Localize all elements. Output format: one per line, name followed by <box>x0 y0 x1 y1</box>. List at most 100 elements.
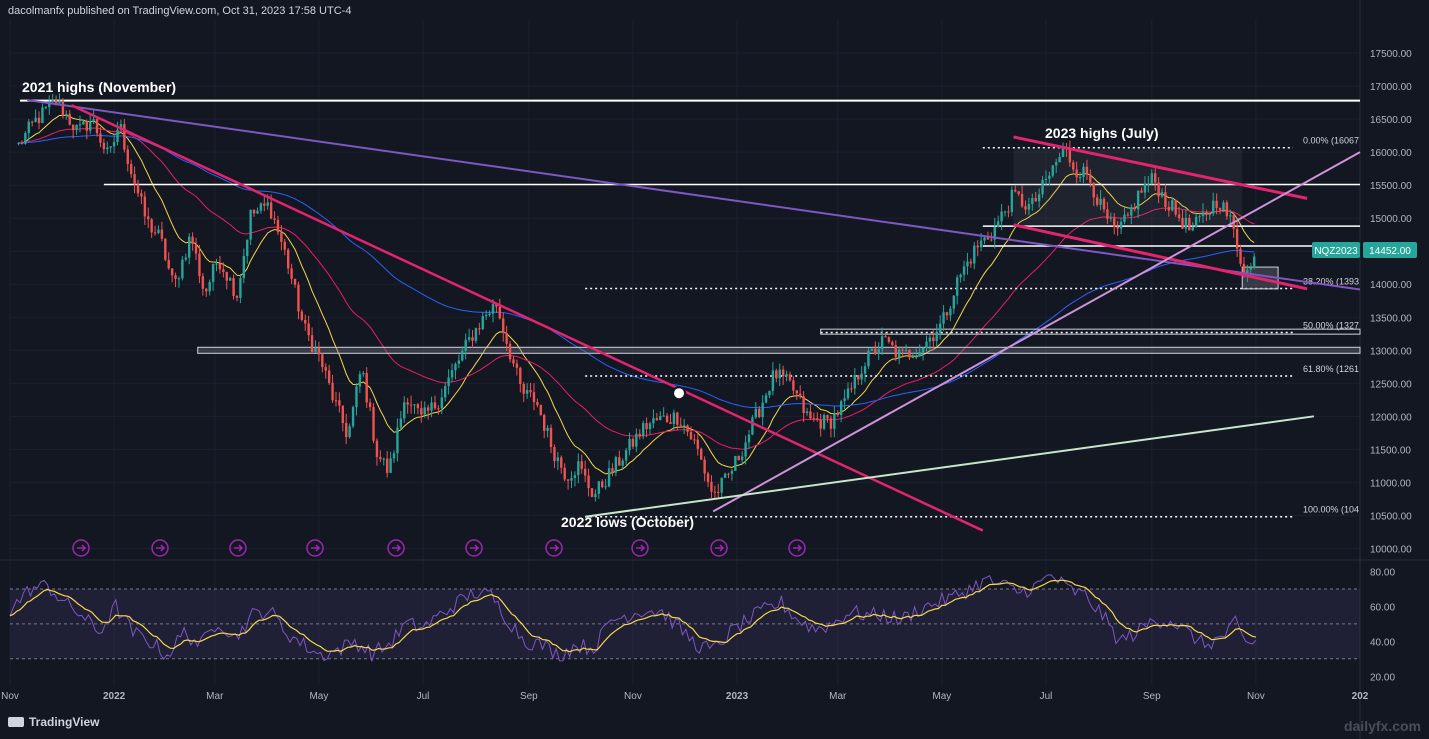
candle-body <box>228 278 232 281</box>
candle-body <box>1136 190 1140 210</box>
candle-body <box>147 216 150 220</box>
candle-body <box>754 408 758 418</box>
candle-body <box>92 119 95 122</box>
candle-body <box>788 374 792 381</box>
candle-body <box>263 203 266 206</box>
last-price-badge[interactable]: 14452.00 <box>1363 242 1417 258</box>
candle-body <box>338 400 341 406</box>
tradingview-icon <box>8 717 24 727</box>
candle-body <box>659 415 662 421</box>
candle-body <box>444 386 447 398</box>
candle-body <box>1051 165 1054 176</box>
candle-body <box>345 423 348 438</box>
candle-body <box>665 415 669 423</box>
candle-body <box>867 350 870 367</box>
candle-body <box>406 402 409 405</box>
candle-body <box>249 209 252 240</box>
candle-body <box>1201 212 1205 217</box>
time-tick: 2022 <box>103 691 126 702</box>
candle-body <box>286 249 290 269</box>
candle-body <box>201 276 205 289</box>
candle-body <box>116 129 119 142</box>
candle-body <box>351 407 355 427</box>
candle-body <box>1099 198 1102 205</box>
candle-body <box>891 341 894 346</box>
candle-body <box>222 269 225 272</box>
candle-body <box>164 238 167 260</box>
candle-body <box>880 336 884 350</box>
candle-body <box>1215 200 1218 209</box>
annotation-2022-lows: 2022 lows (October) <box>561 514 694 530</box>
candle-body <box>962 266 966 275</box>
candle-body <box>1235 228 1239 249</box>
candle-body <box>1153 173 1157 183</box>
candle-body <box>938 323 942 333</box>
candle-body <box>816 418 819 420</box>
candle-body <box>341 405 345 424</box>
candle-body <box>720 477 723 493</box>
price-chart[interactable]: 0.00% (1606738.20% (139350.00% (132761.8… <box>0 0 1429 739</box>
candle-body <box>662 415 665 417</box>
candle-body <box>925 341 928 348</box>
candle-body <box>932 337 935 342</box>
candle-body <box>1218 208 1222 210</box>
candle-body <box>143 196 147 217</box>
candle-body <box>614 457 618 473</box>
candle-body <box>1249 267 1252 270</box>
candle-body <box>874 348 877 354</box>
candle-body <box>740 456 744 460</box>
candle-body <box>1177 214 1181 218</box>
candle-body <box>853 375 857 389</box>
candle-body <box>771 370 775 391</box>
candle-body <box>1133 207 1136 210</box>
candle-body <box>1205 212 1208 215</box>
candle-body <box>106 147 109 150</box>
candle-body <box>37 117 41 124</box>
candle-body <box>1106 209 1109 219</box>
candle-body <box>819 419 822 429</box>
candle-body <box>942 312 945 324</box>
candle-body <box>225 271 228 281</box>
candle-body <box>1252 256 1256 268</box>
candle-body <box>505 332 508 344</box>
candle-body <box>304 319 307 324</box>
symbol-badge[interactable]: NQZ2023 <box>1312 242 1360 258</box>
candle-body <box>945 312 949 316</box>
price-tick: 13500.00 <box>1370 313 1412 324</box>
tradingview-logo[interactable]: TradingView <box>8 715 99 729</box>
candle-body <box>280 232 283 242</box>
candle-body <box>112 141 116 147</box>
candle-body <box>607 468 611 487</box>
candle-body <box>409 404 413 406</box>
candle-body <box>1174 200 1177 215</box>
candle-body <box>764 395 768 403</box>
candle-body <box>403 402 406 419</box>
candle-body <box>1000 211 1003 222</box>
candle-body <box>61 100 65 116</box>
candle-body <box>587 475 590 489</box>
candle-body <box>51 99 54 102</box>
candle-body <box>1027 204 1031 210</box>
candle-body <box>1075 169 1078 178</box>
candle-body <box>638 433 641 437</box>
candle-body <box>1126 214 1130 216</box>
candle-body <box>648 423 652 430</box>
candle-body <box>239 278 242 298</box>
candle-body <box>129 164 133 175</box>
candle-body <box>1116 226 1119 229</box>
time-tick: Nov <box>624 691 642 702</box>
candle-body <box>136 184 140 194</box>
time-tick: Jul <box>1040 691 1053 702</box>
time-tick: Sep <box>520 691 538 702</box>
candle-body <box>157 229 160 233</box>
candle-body <box>781 369 785 377</box>
candle-body <box>539 405 542 416</box>
candle-body <box>1191 227 1194 231</box>
candle-body <box>563 467 566 480</box>
fib-label: 100.00% (104 <box>1303 505 1359 515</box>
price-tick: 17500.00 <box>1370 49 1412 60</box>
candle-body <box>799 393 802 397</box>
candle-body <box>560 457 563 468</box>
candle-body <box>583 468 587 476</box>
candle-body <box>570 478 573 481</box>
